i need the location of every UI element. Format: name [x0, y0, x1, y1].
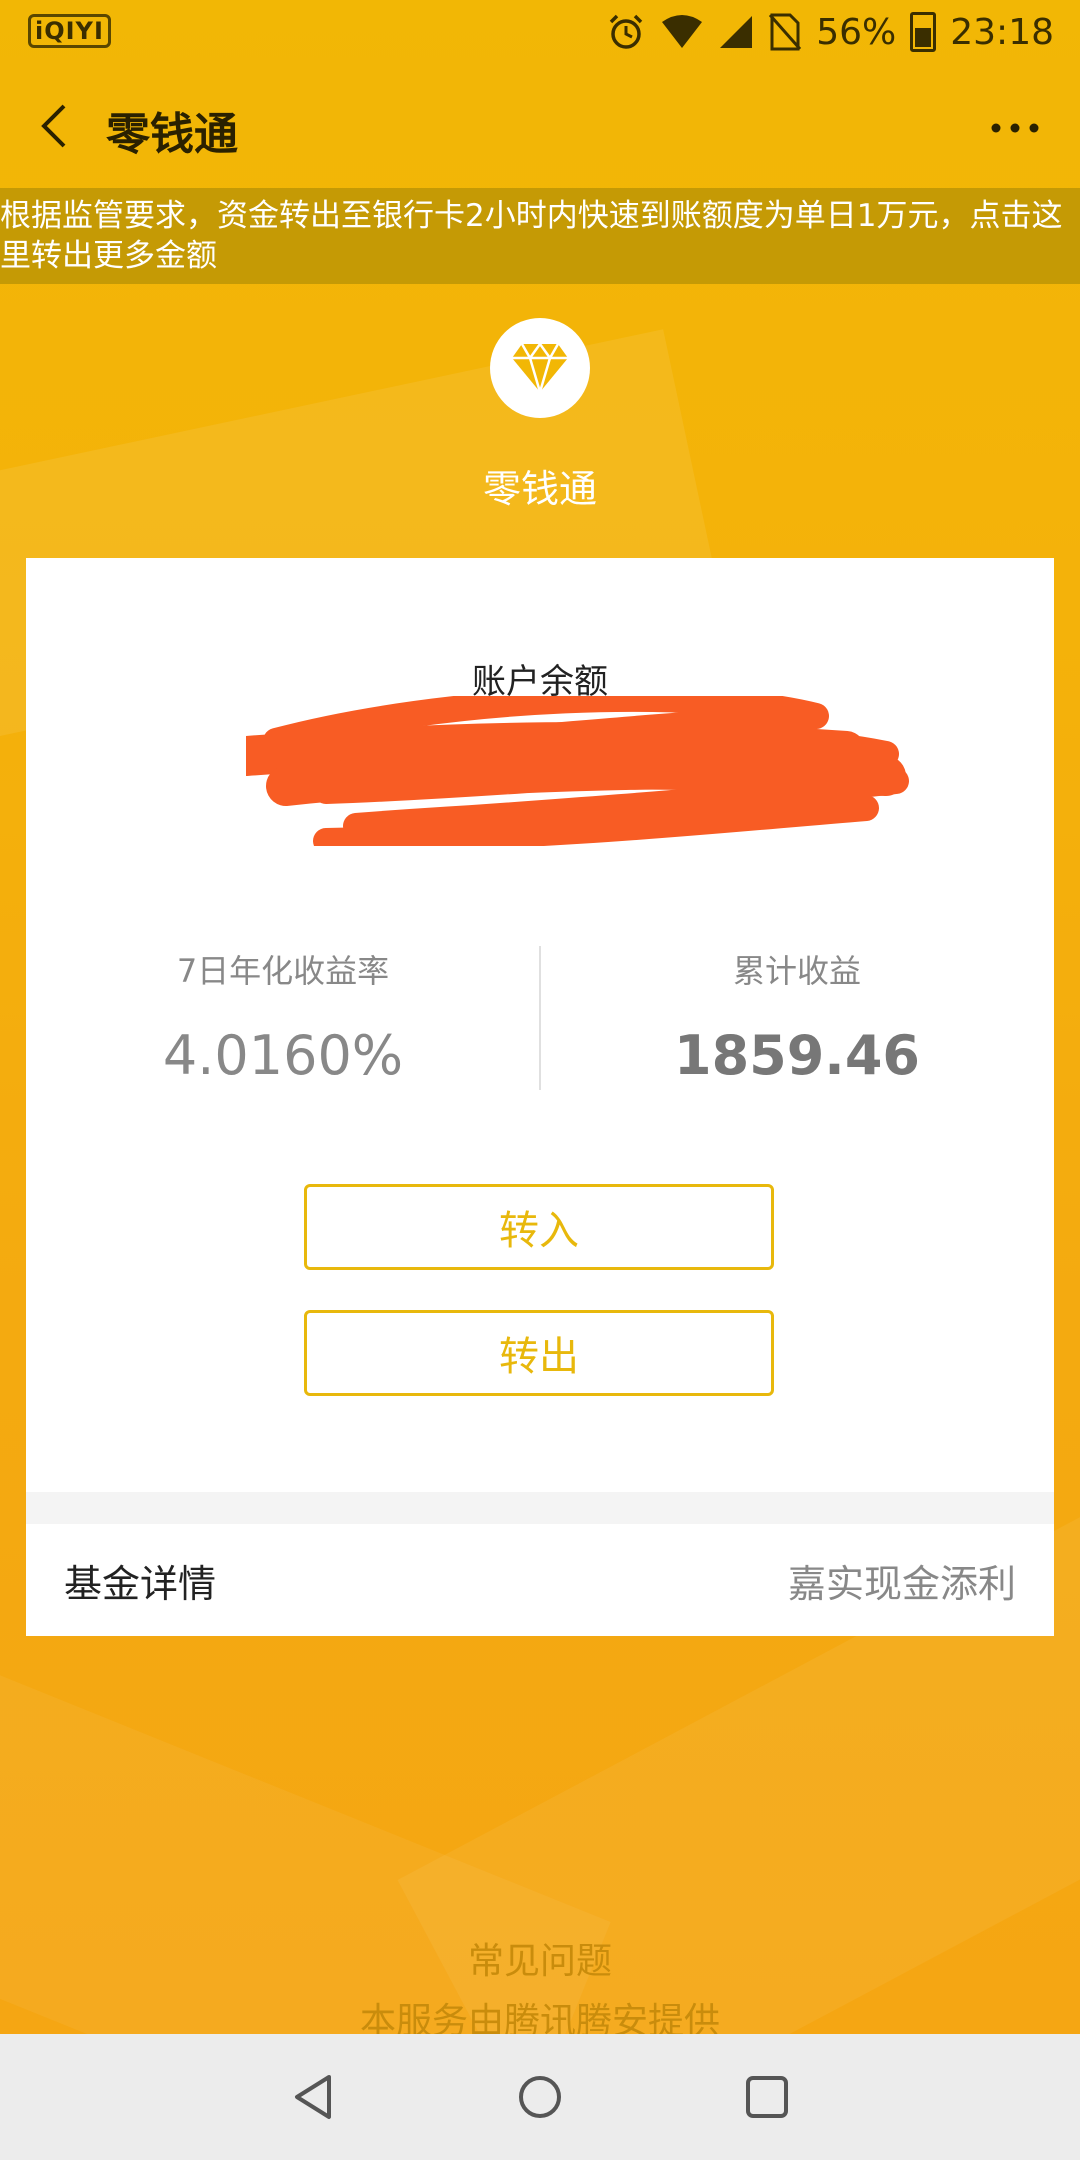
nav-recents-button[interactable] [727, 2057, 807, 2137]
cumulative-earnings: 累计收益 1859.46 [540, 946, 1054, 1087]
circle-home-icon [518, 2076, 561, 2118]
cumulative-earnings-value: 1859.46 [674, 1024, 920, 1087]
redacted-balance [246, 696, 909, 846]
clock-time: 23:18 [950, 11, 1054, 53]
more-button[interactable] [980, 100, 1050, 156]
status-bar: iQIYI 56% 23:18 [0, 0, 1080, 64]
alarm-icon [609, 14, 643, 49]
iqiyi-app-icon: iQIYI [28, 14, 111, 48]
battery-icon [910, 12, 937, 52]
transfer-out-button[interactable]: 转出 [304, 1310, 774, 1396]
triangle-back-icon [295, 2075, 332, 2119]
seven-day-yield: 7日年化收益率 4.0160% [26, 946, 540, 1087]
battery-percent: 56% [816, 11, 897, 53]
logo [490, 318, 590, 418]
system-nav-bar [0, 2034, 1080, 2160]
square-recents-icon [745, 2076, 788, 2118]
diamond-icon [512, 342, 568, 393]
wifi-icon [662, 15, 703, 48]
nav-home-button[interactable] [500, 2057, 580, 2137]
fund-details-label: 基金详情 [64, 1561, 217, 1606]
notice-banner[interactable]: 根据监管要求，资金转出至银行卡2小时内快速到账额度为单日1万元，点击这里转出更多… [0, 188, 1080, 284]
chevron-left-icon [41, 104, 66, 148]
more-dots-icon [991, 123, 1039, 133]
account-card: 账户余额 7日年化收益率 4.0160% 累计收益 1859.46 转入 转出 … [26, 558, 1054, 1636]
card-separator [26, 1492, 1054, 1524]
page-title: 零钱通 [106, 109, 238, 160]
signal-icon [720, 16, 753, 48]
cumulative-earnings-label: 累计收益 [732, 952, 861, 990]
no-sim-icon [769, 13, 802, 51]
back-button[interactable] [24, 92, 84, 160]
transfer-in-button[interactable]: 转入 [304, 1184, 774, 1270]
fund-details-row[interactable]: 基金详情 嘉实现金添利 [26, 1524, 1054, 1636]
faq-link[interactable]: 常见问题 [0, 1932, 1080, 1984]
app-bar: 零钱通 [0, 64, 1080, 188]
seven-day-yield-value: 4.0160% [162, 1024, 404, 1087]
seven-day-yield-label: 7日年化收益率 [176, 952, 390, 990]
product-name: 零钱通 [482, 467, 597, 511]
fund-name: 嘉实现金添利 [787, 1561, 1016, 1606]
nav-back-button[interactable] [273, 2057, 353, 2137]
